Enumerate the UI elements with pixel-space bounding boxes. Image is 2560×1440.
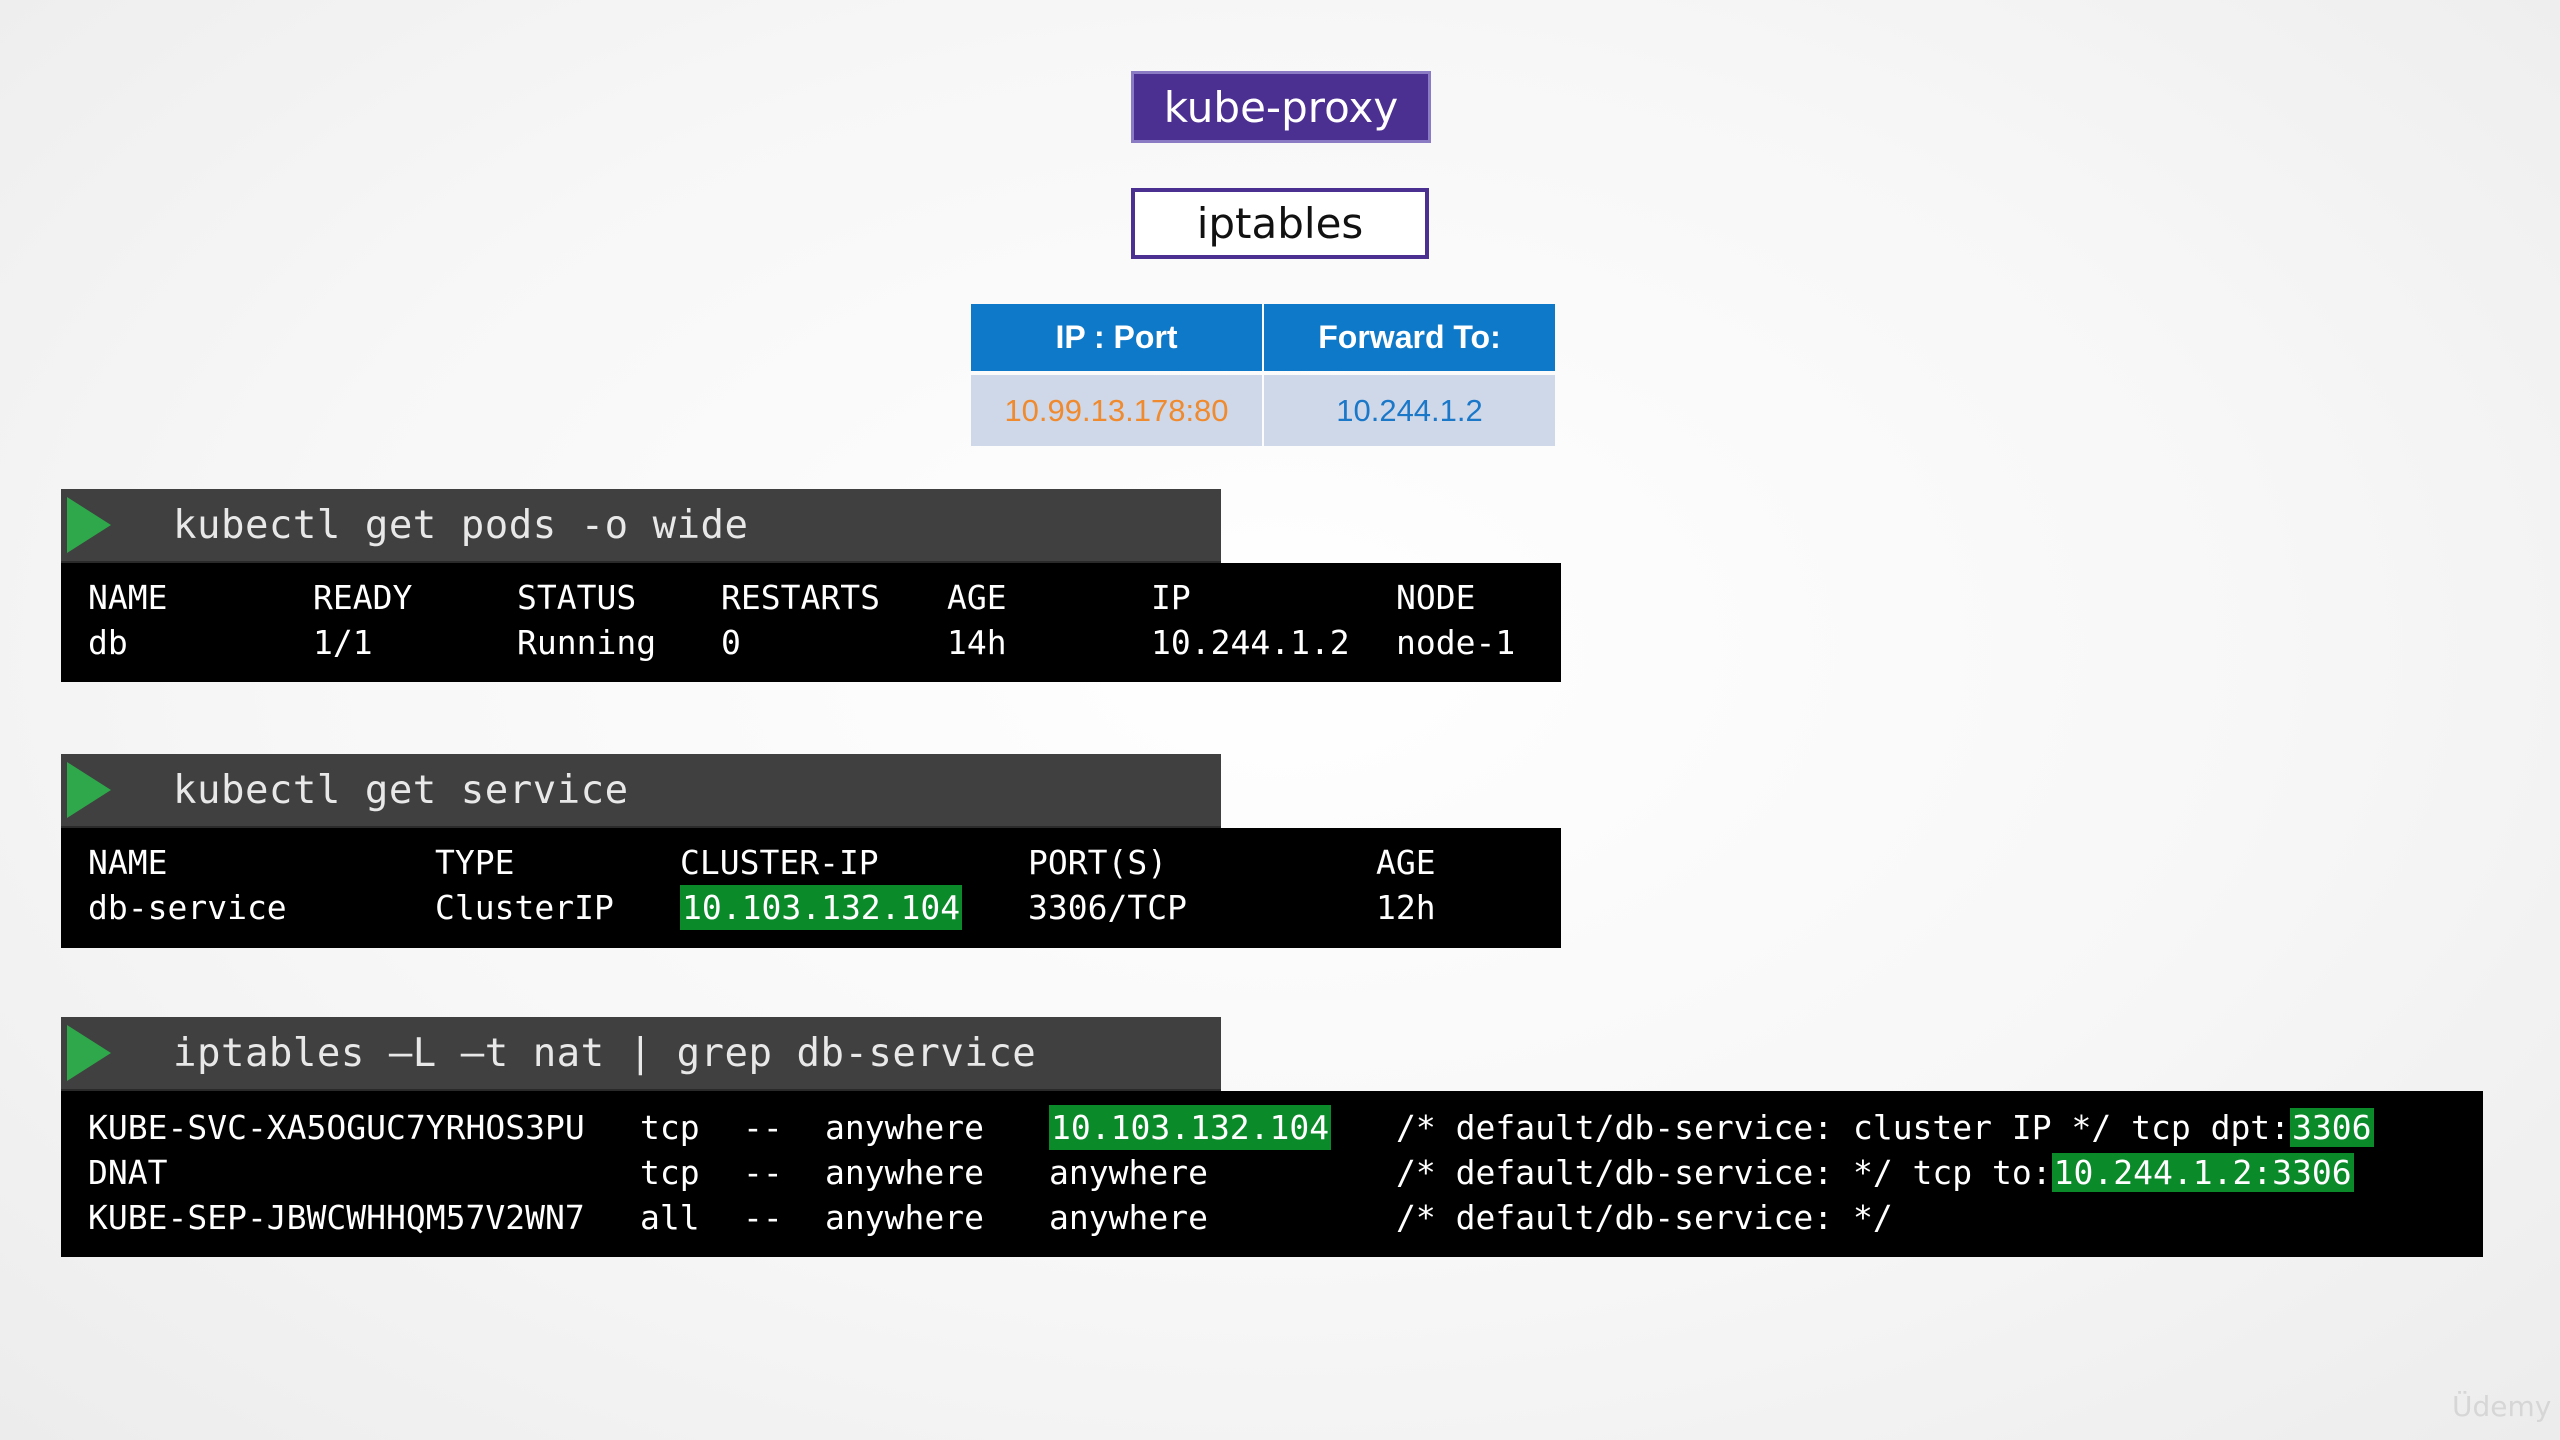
iptables-command-bar: iptables –L –t nat | grep db-service bbox=[61, 1017, 1221, 1091]
pods-cell-age: 14h bbox=[947, 623, 1007, 662]
play-triangle-icon bbox=[67, 762, 111, 818]
play-triangle-icon bbox=[67, 1025, 111, 1081]
iptables-row1-comment-text: /* default/db-service: cluster IP */ tcp… bbox=[1396, 1108, 2291, 1147]
pods-col-node: NODE bbox=[1396, 578, 1476, 617]
udemy-watermark: Üdemy bbox=[2452, 1390, 2552, 1423]
pods-header-row: NAME READY STATUS RESTARTS AGE IP NODE bbox=[61, 575, 1561, 620]
service-command-bar: kubectl get service bbox=[61, 754, 1221, 828]
iptables-row1-chain: KUBE-SVC-XA5OGUC7YRHOS3PU bbox=[88, 1108, 585, 1147]
table-row: db 1/1 Running 0 14h 10.244.1.2 node-1 bbox=[61, 620, 1561, 665]
service-output: NAME TYPE CLUSTER-IP PORT(S) AGE db-serv… bbox=[61, 828, 1561, 948]
pods-col-ip: IP bbox=[1151, 578, 1191, 617]
service-cell-ports: 3306/TCP bbox=[1028, 888, 1187, 927]
table-row: db-service ClusterIP 10.103.132.104 3306… bbox=[61, 885, 1561, 930]
pods-col-restarts: RESTARTS bbox=[721, 578, 880, 617]
pods-command-bar: kubectl get pods -o wide bbox=[61, 489, 1221, 563]
play-triangle-icon bbox=[67, 497, 111, 553]
service-header-row: NAME TYPE CLUSTER-IP PORT(S) AGE bbox=[61, 840, 1561, 885]
pods-cell-name: db bbox=[88, 623, 128, 662]
iptables-row2-prot: tcp bbox=[640, 1153, 700, 1192]
iptables-row2-opt: -- bbox=[743, 1153, 783, 1192]
iptables-row1-comment-highlight: 3306 bbox=[2290, 1108, 2374, 1147]
iptables-row3-comment: /* default/db-service: */ bbox=[1396, 1198, 1893, 1237]
iptables-row3-prot: all bbox=[640, 1198, 700, 1237]
iptables-row2-comment: /* default/db-service: */ tcp to:10.244.… bbox=[1396, 1150, 2354, 1195]
service-col-name: NAME bbox=[88, 843, 168, 882]
iptables-row1-comment: /* default/db-service: cluster IP */ tcp… bbox=[1396, 1105, 2374, 1150]
forward-table-header-forward-to: Forward To: bbox=[1264, 304, 1555, 371]
iptables-row2-comment-text: /* default/db-service: */ tcp to: bbox=[1396, 1153, 2052, 1192]
service-col-type: TYPE bbox=[435, 843, 515, 882]
pods-col-name: NAME bbox=[88, 578, 168, 617]
pods-output: NAME READY STATUS RESTARTS AGE IP NODE d… bbox=[61, 563, 1561, 682]
iptables-command-text: iptables –L –t nat | grep db-service bbox=[173, 1030, 1037, 1076]
pods-command-text: kubectl get pods -o wide bbox=[173, 502, 749, 548]
forward-table: IP : Port Forward To: 10.99.13.178:80 10… bbox=[971, 304, 1555, 446]
table-row: KUBE-SVC-XA5OGUC7YRHOS3PU tcp -- anywher… bbox=[61, 1105, 2483, 1150]
service-command-text: kubectl get service bbox=[173, 767, 629, 813]
table-row: DNAT tcp -- anywhere anywhere /* default… bbox=[61, 1150, 2483, 1195]
iptables-row2-comment-highlight: 10.244.1.2:3306 bbox=[2051, 1153, 2354, 1192]
pods-cell-ready: 1/1 bbox=[313, 623, 373, 662]
iptables-row3-dest: anywhere bbox=[1049, 1198, 1208, 1237]
table-row: KUBE-SEP-JBWCWHHQM57V2WN7 all -- anywher… bbox=[61, 1195, 2483, 1240]
pods-cell-ip: 10.244.1.2 bbox=[1151, 623, 1350, 662]
iptables-label: iptables bbox=[1196, 199, 1364, 248]
kube-proxy-box: kube-proxy bbox=[1131, 71, 1431, 143]
pods-cell-node: node-1 bbox=[1396, 623, 1516, 662]
service-col-age: AGE bbox=[1376, 843, 1436, 882]
iptables-row3-opt: -- bbox=[743, 1198, 783, 1237]
service-cell-age: 12h bbox=[1376, 888, 1436, 927]
iptables-row1-dest: 10.103.132.104 bbox=[1049, 1105, 1332, 1150]
pods-col-status: STATUS bbox=[517, 578, 637, 617]
iptables-row2-chain: DNAT bbox=[88, 1153, 168, 1192]
forward-table-header-ip-port: IP : Port bbox=[971, 304, 1262, 371]
kube-proxy-label: kube-proxy bbox=[1163, 82, 1399, 132]
iptables-row1-prot: tcp bbox=[640, 1108, 700, 1147]
service-col-cluster-ip: CLUSTER-IP bbox=[680, 843, 879, 882]
pods-col-ready: READY bbox=[313, 578, 413, 617]
service-cell-cluster-ip: 10.103.132.104 bbox=[680, 885, 963, 930]
forward-table-cell-ip-port: 10.99.13.178:80 bbox=[971, 375, 1262, 446]
iptables-box: iptables bbox=[1131, 188, 1429, 259]
iptables-row3-source: anywhere bbox=[825, 1198, 984, 1237]
iptables-row2-dest: anywhere bbox=[1049, 1153, 1208, 1192]
iptables-row1-source: anywhere bbox=[825, 1108, 984, 1147]
service-cell-type: ClusterIP bbox=[435, 888, 614, 927]
pods-cell-restarts: 0 bbox=[721, 623, 741, 662]
pods-cell-status: Running bbox=[517, 623, 657, 662]
iptables-output: KUBE-SVC-XA5OGUC7YRHOS3PU tcp -- anywher… bbox=[61, 1091, 2483, 1257]
pods-col-age: AGE bbox=[947, 578, 1007, 617]
service-col-ports: PORT(S) bbox=[1028, 843, 1168, 882]
service-cell-name: db-service bbox=[88, 888, 287, 927]
iptables-row2-source: anywhere bbox=[825, 1153, 984, 1192]
iptables-row3-chain: KUBE-SEP-JBWCWHHQM57V2WN7 bbox=[88, 1198, 585, 1237]
iptables-row1-opt: -- bbox=[743, 1108, 783, 1147]
forward-table-cell-forward-to: 10.244.1.2 bbox=[1264, 375, 1555, 446]
